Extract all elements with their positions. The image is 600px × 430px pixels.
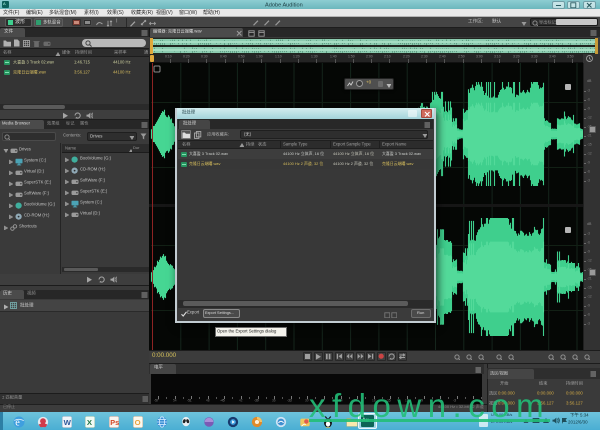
svg-text:Ps: Ps (110, 418, 119, 427)
svg-text:W: W (63, 418, 71, 427)
svg-text:O: O (135, 418, 141, 427)
svg-text:X: X (87, 418, 93, 427)
